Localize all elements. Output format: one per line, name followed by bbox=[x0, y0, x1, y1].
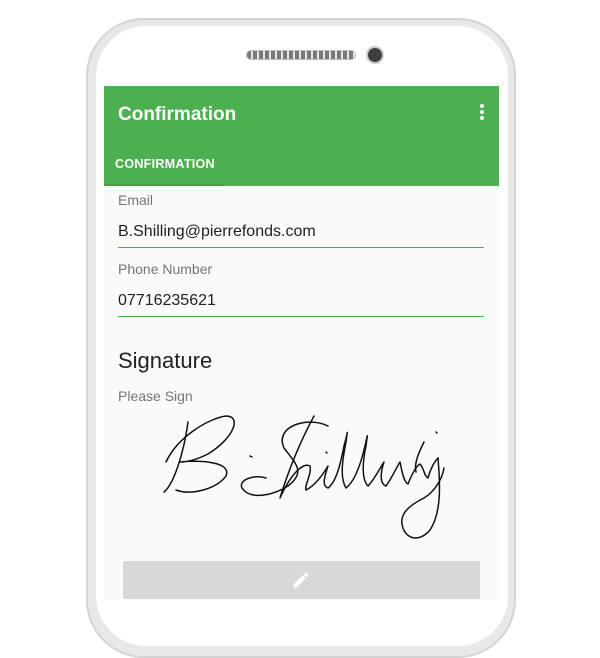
phone-number-field[interactable]: 07716235621 bbox=[118, 292, 484, 317]
edit-signature-button[interactable] bbox=[123, 561, 480, 599]
app-title: Confirmation bbox=[118, 104, 237, 125]
signature-heading: Signature bbox=[118, 348, 213, 373]
phone-camera bbox=[368, 48, 382, 62]
signature-stroke bbox=[435, 431, 438, 434]
signature-stroke bbox=[163, 421, 189, 493]
email-field[interactable]: B.Shilling@pierrefonds.com bbox=[118, 223, 484, 248]
phone-speaker bbox=[246, 50, 356, 60]
more-vert-icon[interactable] bbox=[475, 104, 489, 124]
signature-stroke bbox=[279, 415, 439, 499]
signature-stroke bbox=[249, 455, 253, 458]
signature-stroke bbox=[165, 415, 235, 493]
app-screen: Confirmation CONFIRMATION Email B.Shilli… bbox=[104, 86, 499, 600]
phone-number-label: Phone Number bbox=[118, 261, 213, 277]
tab-confirmation-label: CONFIRMATION bbox=[115, 157, 215, 171]
app-bar: Confirmation CONFIRMATION bbox=[104, 86, 499, 186]
tab-indicator bbox=[104, 184, 224, 186]
pencil-icon bbox=[293, 572, 309, 588]
signature-pad[interactable] bbox=[118, 402, 484, 552]
email-label: Email bbox=[118, 192, 154, 208]
signature-stroke bbox=[325, 451, 328, 454]
tab-confirmation[interactable]: CONFIRMATION bbox=[104, 144, 224, 186]
